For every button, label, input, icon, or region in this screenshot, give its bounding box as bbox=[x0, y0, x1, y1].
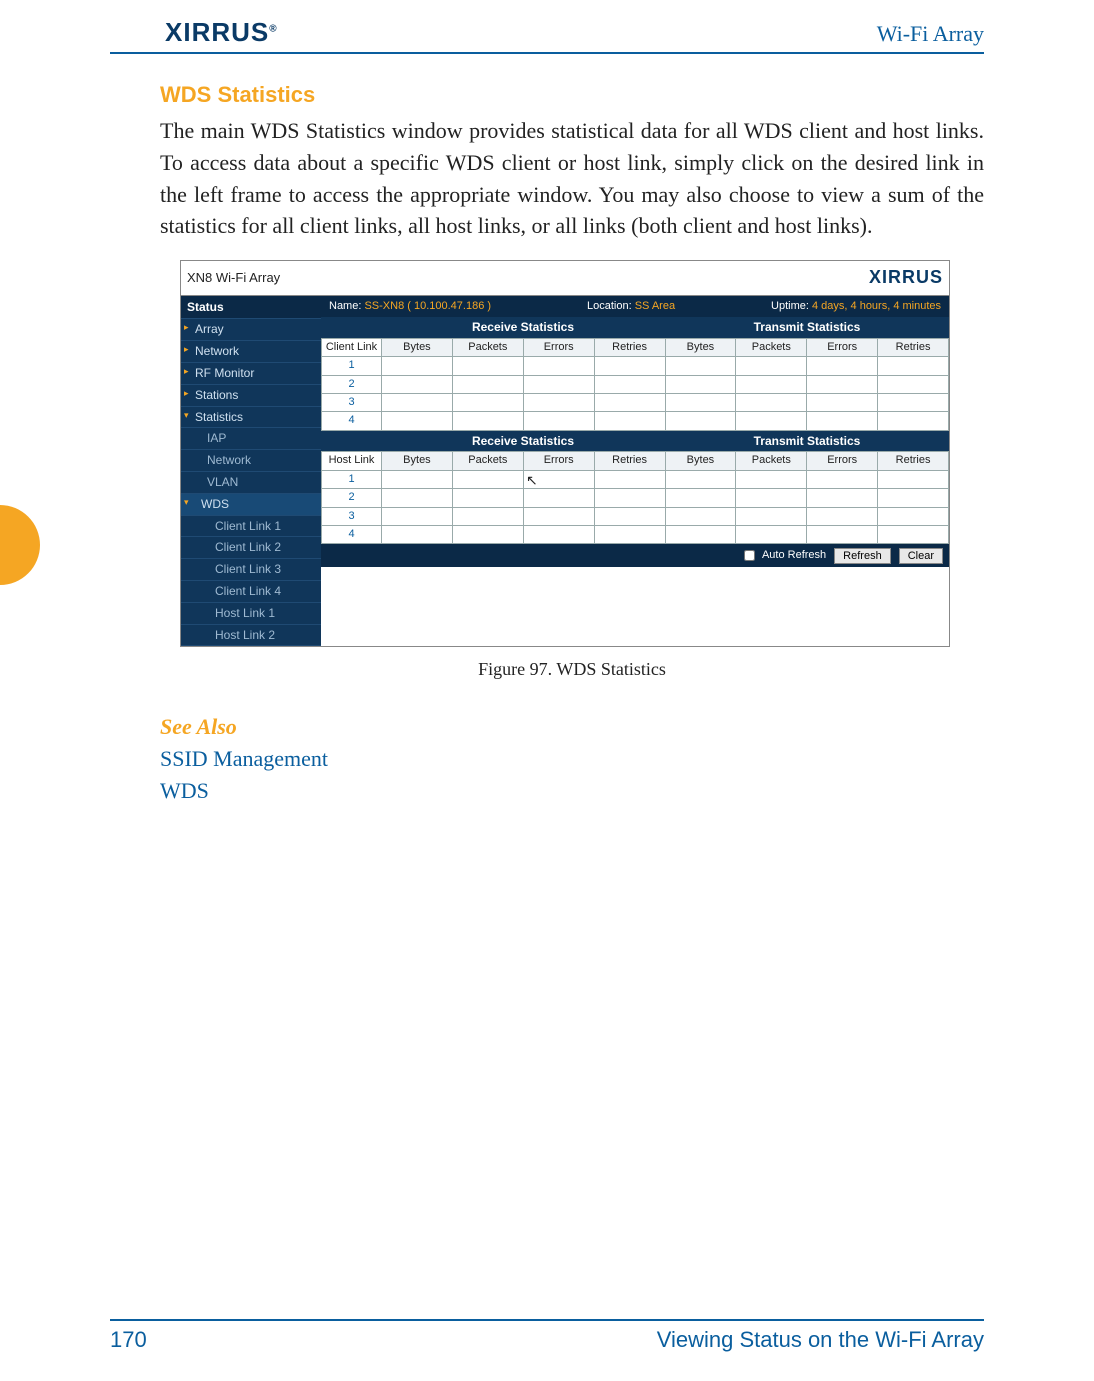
table-row: 1 bbox=[322, 470, 949, 488]
col-errors-tx: Errors bbox=[807, 338, 878, 356]
see-also-link-ssid[interactable]: SSID Management bbox=[160, 743, 984, 775]
location-label: Location: bbox=[587, 300, 632, 312]
uptime-label: Uptime: bbox=[771, 300, 809, 312]
table-row: 2 bbox=[322, 375, 949, 393]
sidebar-sub-network[interactable]: Network bbox=[181, 450, 321, 472]
info-bar: Name: SS-XN8 ( 10.100.47.186 ) Location:… bbox=[321, 296, 949, 317]
client-link-header: Client Link bbox=[322, 338, 382, 356]
sidebar-wds-hl1[interactable]: Host Link 1 bbox=[181, 603, 321, 625]
col-bytes-rx: Bytes bbox=[382, 338, 453, 356]
group-header-host: Receive Statistics Transmit Statistics bbox=[321, 431, 949, 452]
body-paragraph: The main WDS Statistics window provides … bbox=[160, 115, 984, 243]
sidebar-wds-cl3[interactable]: Client Link 3 bbox=[181, 559, 321, 581]
sidebar-sub-vlan[interactable]: VLAN bbox=[181, 472, 321, 494]
group-header-client: Receive Statistics Transmit Statistics bbox=[321, 317, 949, 338]
col-packets-tx: Packets bbox=[736, 338, 807, 356]
col-retries-rx: Retries bbox=[594, 338, 665, 356]
col-packets-rx: Packets bbox=[452, 338, 523, 356]
location-value: SS Area bbox=[635, 300, 675, 312]
sidebar-wds-cl4[interactable]: Client Link 4 bbox=[181, 581, 321, 603]
table-footer-bar: Auto Refresh Refresh Clear bbox=[321, 544, 949, 567]
col-retries-tx: Retries bbox=[878, 338, 949, 356]
client-link-table: Client Link Bytes Packets Errors Retries… bbox=[321, 338, 949, 431]
host-link-table: Host Link Bytes Packets Errors Retries B… bbox=[321, 451, 949, 544]
header-rule bbox=[110, 52, 984, 54]
tx-heading-2: Transmit Statistics bbox=[665, 431, 949, 452]
see-also-link-wds[interactable]: WDS bbox=[160, 775, 984, 807]
sidebar-item-rfmonitor[interactable]: RF Monitor bbox=[181, 363, 321, 385]
refresh-button[interactable]: Refresh bbox=[834, 548, 891, 564]
uptime-value: 4 days, 4 hours, 4 minutes bbox=[812, 300, 941, 312]
xirrus-logo: XIRRUS® bbox=[165, 14, 278, 50]
table-row: 2 bbox=[322, 489, 949, 507]
table-row: 3 bbox=[322, 507, 949, 525]
main-panel: Name: SS-XN8 ( 10.100.47.186 ) Location:… bbox=[321, 296, 949, 647]
page-number: 170 bbox=[110, 1325, 147, 1356]
figure-caption: Figure 97. WDS Statistics bbox=[160, 657, 984, 682]
col-bytes-tx: Bytes bbox=[665, 338, 736, 356]
page-footer: 170 Viewing Status on the Wi-Fi Array bbox=[110, 1325, 984, 1356]
table-row: 4 bbox=[322, 526, 949, 544]
sidebar-heading: Status bbox=[181, 296, 321, 320]
screenshot-figure: XN8 Wi-Fi Array XIRRUS Status Array Netw… bbox=[180, 260, 950, 647]
sidebar: Status Array Network RF Monitor Stations… bbox=[181, 296, 321, 647]
page-header: XIRRUS® Wi-Fi Array bbox=[0, 10, 984, 50]
col-errors-rx: Errors bbox=[523, 338, 594, 356]
sidebar-item-array[interactable]: Array bbox=[181, 319, 321, 341]
rx-heading: Receive Statistics bbox=[381, 317, 665, 338]
tx-heading: Transmit Statistics bbox=[665, 317, 949, 338]
window-title: XN8 Wi-Fi Array bbox=[187, 269, 280, 287]
sidebar-sub-iap[interactable]: IAP bbox=[181, 428, 321, 450]
see-also-heading: See Also bbox=[160, 712, 984, 743]
rx-heading-2: Receive Statistics bbox=[381, 431, 665, 452]
table-row: 1 bbox=[322, 357, 949, 375]
table-row: 3 bbox=[322, 393, 949, 411]
sidebar-item-stations[interactable]: Stations bbox=[181, 385, 321, 407]
sidebar-wds-cl1[interactable]: Client Link 1 bbox=[181, 516, 321, 538]
sidebar-wds-cl2[interactable]: Client Link 2 bbox=[181, 537, 321, 559]
footer-rule bbox=[110, 1319, 984, 1321]
clear-button[interactable]: Clear bbox=[899, 548, 943, 564]
host-link-header: Host Link bbox=[322, 452, 382, 470]
section-heading: WDS Statistics bbox=[160, 80, 984, 111]
sidebar-item-statistics[interactable]: Statistics bbox=[181, 407, 321, 429]
table-row: 4 bbox=[322, 412, 949, 430]
page-tab-marker bbox=[0, 505, 40, 585]
product-name: Wi-Fi Array bbox=[877, 19, 984, 50]
sidebar-wds-hl2[interactable]: Host Link 2 bbox=[181, 625, 321, 647]
name-label: Name: bbox=[329, 300, 361, 312]
name-value: SS-XN8 ( 10.100.47.186 ) bbox=[364, 300, 491, 312]
chapter-title: Viewing Status on the Wi-Fi Array bbox=[657, 1325, 984, 1356]
sidebar-sub-wds[interactable]: WDS bbox=[181, 494, 321, 516]
sidebar-item-network[interactable]: Network bbox=[181, 341, 321, 363]
screenshot-logo: XIRRUS bbox=[869, 265, 943, 290]
auto-refresh-checkbox[interactable]: Auto Refresh bbox=[740, 547, 826, 564]
